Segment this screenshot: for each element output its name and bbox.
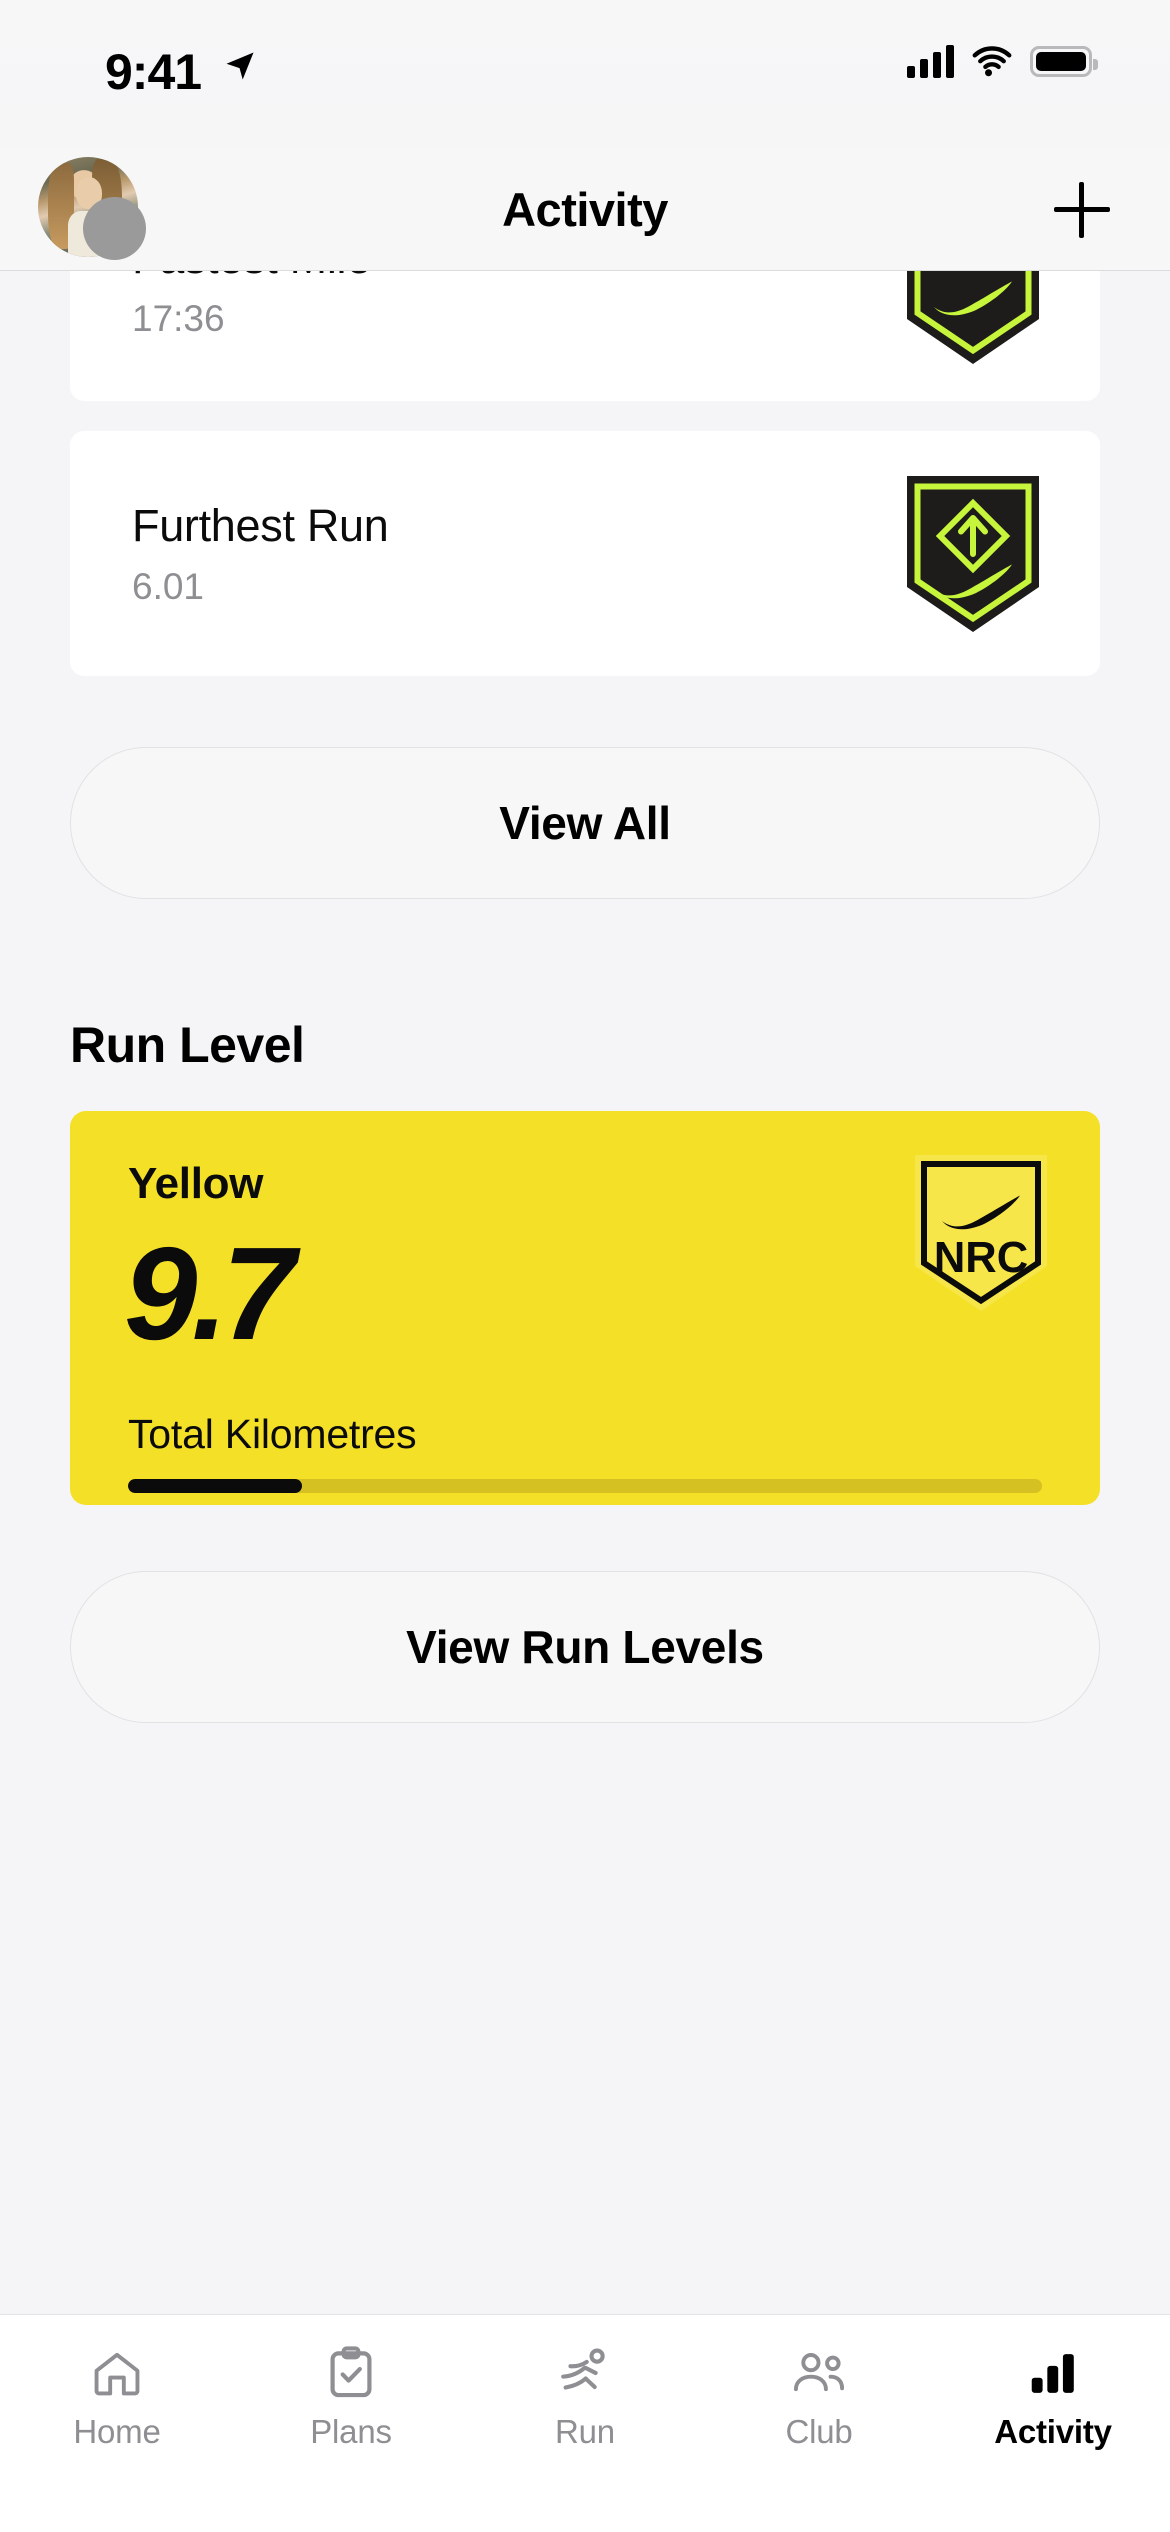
- status-bar-indicators: [907, 44, 1098, 78]
- nrc-badge-text: NRC: [934, 1234, 1028, 1282]
- tab-label: Activity: [994, 2413, 1112, 2450]
- nike-nrc-shield-badge: NRC: [915, 1155, 1047, 1311]
- achievement-title: Furthest Run: [132, 499, 389, 551]
- cellular-bars-icon: [907, 44, 954, 78]
- navigation-bar: Activity: [0, 148, 1170, 271]
- tab-label: Run: [555, 2413, 615, 2450]
- view-run-levels-label: View Run Levels: [406, 1621, 764, 1673]
- status-bar: 9:41: [0, 0, 1170, 148]
- wifi-icon: [972, 46, 1012, 77]
- view-all-button[interactable]: View All: [70, 747, 1100, 899]
- run-level-section-title: Run Level: [70, 1017, 305, 1073]
- clipboard-check-icon: [326, 2345, 376, 2401]
- achievement-value: 17:36: [132, 298, 225, 339]
- battery-full-icon: [1030, 45, 1098, 77]
- view-all-label: View All: [499, 797, 671, 849]
- runner-icon: [556, 2345, 614, 2401]
- nike-furthest-run-shield-badge: [907, 475, 1039, 632]
- run-level-metric-label: Total Kilometres: [128, 1411, 417, 1457]
- home-icon: [89, 2345, 145, 2401]
- app-screen: 9:41 Activity 17:36 Furthest Run 6.01 Vi…: [0, 0, 1170, 2532]
- tab-label: Club: [785, 2413, 853, 2450]
- page-title: Activity: [502, 183, 668, 236]
- run-level-progress-fill: [128, 1479, 302, 1493]
- achievement-value: 6.01: [132, 565, 205, 607]
- bar-chart-icon: [1027, 2345, 1079, 2401]
- view-run-levels-button[interactable]: View Run Levels: [70, 1571, 1100, 1723]
- run-level-value: 9.7: [124, 1220, 295, 1367]
- location-arrow-icon: [222, 48, 258, 89]
- tab-activity[interactable]: Activity: [936, 2315, 1170, 2532]
- status-bar-time: 9:41: [105, 44, 202, 100]
- run-level-name: Yellow: [128, 1159, 264, 1208]
- people-icon: [789, 2345, 849, 2401]
- scroll-content: Fastest Mile 17:36 1MI Furthest Run 6.01: [0, 171, 1170, 2211]
- run-level-progress-bar: [128, 1479, 1042, 1493]
- achievement-card-furthest-run[interactable]: Furthest Run 6.01: [70, 431, 1100, 676]
- tab-home[interactable]: Home: [0, 2315, 234, 2532]
- bottom-tab-bar: Home Plans Run Club Activity: [0, 2314, 1170, 2532]
- run-level-card[interactable]: Yellow 9.7 Total Kilometres 40.20 km to …: [70, 1111, 1100, 1505]
- tab-plans[interactable]: Plans: [234, 2315, 468, 2532]
- tab-label: Plans: [310, 2413, 392, 2450]
- tab-run[interactable]: Run: [468, 2315, 702, 2532]
- tab-label: Home: [73, 2413, 161, 2450]
- tab-club[interactable]: Club: [702, 2315, 936, 2532]
- plus-icon[interactable]: [1054, 182, 1110, 238]
